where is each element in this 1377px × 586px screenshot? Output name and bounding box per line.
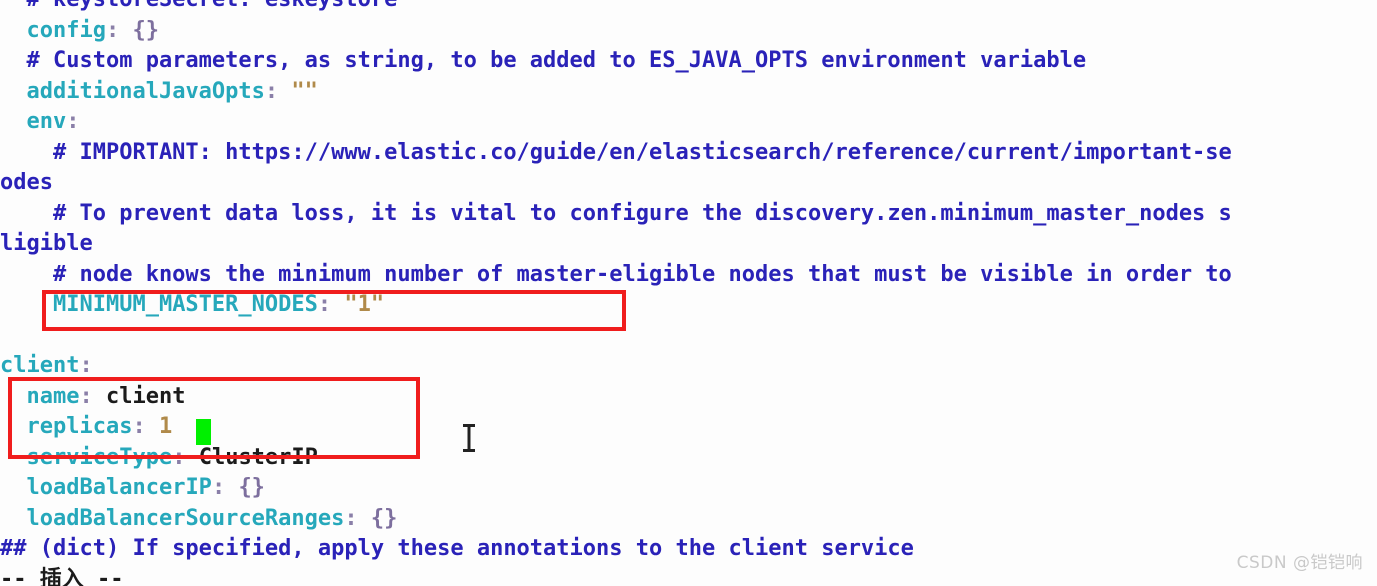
code-editor-text-area[interactable]: # keystoreSecret: eskeystore config: {} … bbox=[0, 0, 1377, 586]
code-token: {} bbox=[238, 475, 265, 500]
line-load-balancer-source-ranges: loadBalancerSourceRanges: {} bbox=[0, 504, 1377, 535]
line-minimum-master-nodes: MINIMUM_MASTER_NODES: "1" bbox=[0, 290, 1377, 321]
line-keystore-secret-comment: # keystoreSecret: eskeystore bbox=[0, 0, 1377, 16]
code-token: "1" bbox=[344, 292, 385, 317]
code-token: : bbox=[344, 505, 371, 531]
code-token: : bbox=[172, 444, 199, 470]
code-token: 1 bbox=[158, 414, 173, 439]
code-token: "" bbox=[291, 78, 318, 104]
code-token: ligible bbox=[0, 231, 93, 256]
code-token: env bbox=[26, 109, 67, 134]
code-token: : bbox=[105, 17, 133, 43]
line-custom-parameters-comment: # Custom parameters, as string, to be ad… bbox=[0, 46, 1377, 77]
mouse-ibeam-cursor-icon bbox=[461, 423, 477, 453]
line-config: config: {} bbox=[0, 16, 1377, 47]
line-dict-annotations-comment: ## (dict) If specified, apply these anno… bbox=[0, 534, 1377, 565]
terminal-screen[interactable]: # keystoreSecret: eskeystore config: {} … bbox=[0, 0, 1377, 586]
line-client-name: name: client bbox=[0, 382, 1377, 413]
code-token: name bbox=[26, 383, 80, 409]
code-token: client bbox=[0, 353, 80, 378]
code-token: -- 插入 -- bbox=[0, 566, 124, 586]
line-prevent-data-loss-comment: # To prevent data loss, it is vital to c… bbox=[0, 199, 1377, 230]
code-token: loadBalancerSourceRanges bbox=[26, 505, 345, 531]
code-token: {} bbox=[132, 17, 159, 43]
line-blank-1 bbox=[0, 321, 1377, 352]
code-token: # To prevent data loss, it is vital to c… bbox=[0, 200, 1232, 226]
line-load-balancer-ip: loadBalancerIP: {} bbox=[0, 473, 1377, 504]
code-token: ## (dict) If specified, apply these anno… bbox=[0, 536, 914, 561]
code-token: # Custom parameters, as string, to be ad… bbox=[0, 48, 1087, 73]
code-token: : bbox=[317, 292, 345, 317]
code-token: : bbox=[264, 78, 292, 104]
code-token: : bbox=[132, 414, 159, 439]
code-token: : bbox=[66, 109, 80, 134]
code-token: # IMPORTANT: https://www.elastic.co/guid… bbox=[0, 139, 1232, 165]
code-token: : bbox=[211, 475, 239, 500]
line-insert-mode: -- 插入 -- bbox=[0, 565, 1377, 586]
line-client-service-type: serviceType: ClusterIP bbox=[0, 443, 1377, 474]
code-token: {} bbox=[370, 505, 398, 531]
line-node-knows-comment: # node knows the minimum number of maste… bbox=[0, 260, 1377, 291]
code-token: client bbox=[105, 383, 186, 409]
code-token: serviceType bbox=[26, 444, 173, 470]
code-token: additionalJavaOpts bbox=[26, 78, 265, 104]
code-token: : bbox=[79, 383, 106, 409]
code-token: # node knows the minimum number of maste… bbox=[0, 261, 1232, 287]
line-client: client: bbox=[0, 351, 1377, 382]
line-env: env: bbox=[0, 107, 1377, 138]
code-token: MINIMUM_MASTER_NODES bbox=[52, 292, 318, 317]
code-token: # keystoreSecret: eskeystore bbox=[0, 0, 397, 12]
line-important-url-comment: # IMPORTANT: https://www.elastic.co/guid… bbox=[0, 138, 1377, 169]
code-token: replicas bbox=[26, 414, 133, 439]
code-token: ClusterIP bbox=[198, 444, 318, 470]
line-additional-java-opts: additionalJavaOpts: "" bbox=[0, 77, 1377, 108]
line-ligible-wrap: ligible bbox=[0, 229, 1377, 260]
code-token: odes bbox=[0, 170, 53, 195]
code-token: : bbox=[79, 353, 93, 378]
vim-block-cursor bbox=[196, 419, 211, 445]
line-odes-wrap: odes bbox=[0, 168, 1377, 199]
csdn-watermark: CSDN @铠铠响 bbox=[1236, 552, 1363, 573]
code-token: config bbox=[26, 17, 106, 43]
code-token: loadBalancerIP bbox=[26, 475, 212, 500]
